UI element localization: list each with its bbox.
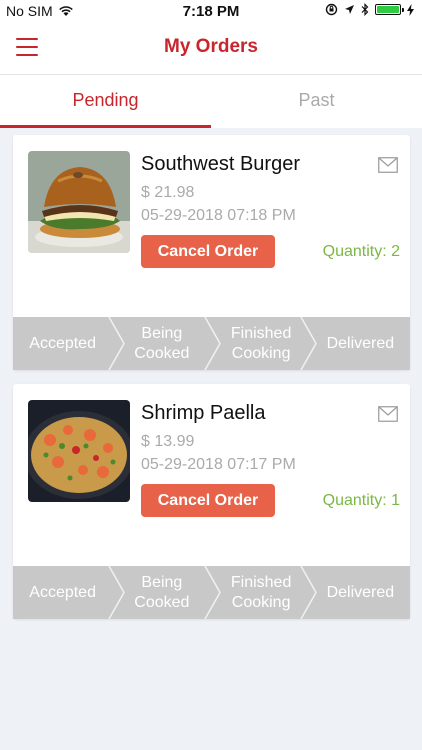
battery-icon bbox=[375, 4, 404, 15]
tab-pending[interactable]: Pending bbox=[0, 75, 211, 128]
burger-image bbox=[28, 151, 130, 253]
tab-past[interactable]: Past bbox=[211, 75, 422, 128]
step-finished-cooking: Finished Cooking bbox=[230, 324, 292, 362]
item-price: $ 13.99 bbox=[141, 433, 195, 450]
item-price: $ 21.98 bbox=[141, 184, 195, 201]
app-header: My Orders bbox=[0, 22, 422, 75]
order-tabs: Pending Past bbox=[0, 75, 422, 128]
step-being-cooked: Being Cooked bbox=[134, 573, 190, 611]
order-progress: Accepted Being Cooked Finished Cooking D… bbox=[13, 317, 410, 370]
order-date: 05-29-2018 07:18 PM bbox=[141, 207, 296, 224]
order-card: Southwest Burger $ 21.98 05-29-2018 07:1… bbox=[13, 135, 410, 370]
step-accepted: Accepted bbox=[29, 583, 96, 601]
bluetooth-icon bbox=[361, 3, 369, 16]
item-name: Southwest Burger bbox=[141, 153, 300, 175]
step-finished-cooking: Finished Cooking bbox=[230, 573, 292, 611]
order-date: 05-29-2018 07:17 PM bbox=[141, 456, 296, 473]
charging-bolt-icon bbox=[407, 3, 414, 16]
step-delivered: Delivered bbox=[326, 583, 395, 601]
cancel-order-button[interactable]: Cancel Order bbox=[141, 484, 275, 517]
paella-image bbox=[28, 400, 130, 502]
page-title: My Orders bbox=[164, 36, 258, 57]
quantity-label: Quantity: 1 bbox=[322, 492, 400, 509]
status-bar: No SIM 7:18 PM bbox=[0, 0, 422, 22]
step-accepted: Accepted bbox=[29, 334, 96, 352]
item-name: Shrimp Paella bbox=[141, 402, 266, 424]
order-card: Shrimp Paella $ 13.99 05-29-2018 07:17 P… bbox=[13, 384, 410, 619]
mail-icon[interactable] bbox=[378, 406, 398, 422]
location-arrow-icon bbox=[345, 5, 354, 14]
rotation-lock-icon bbox=[325, 3, 338, 16]
order-progress: Accepted Being Cooked Finished Cooking D… bbox=[13, 566, 410, 619]
step-delivered: Delivered bbox=[326, 334, 395, 352]
status-right bbox=[325, 3, 414, 16]
step-being-cooked: Being Cooked bbox=[134, 324, 190, 362]
quantity-label: Quantity: 2 bbox=[322, 243, 400, 260]
mail-icon[interactable] bbox=[378, 157, 398, 173]
cancel-order-button[interactable]: Cancel Order bbox=[141, 235, 275, 268]
